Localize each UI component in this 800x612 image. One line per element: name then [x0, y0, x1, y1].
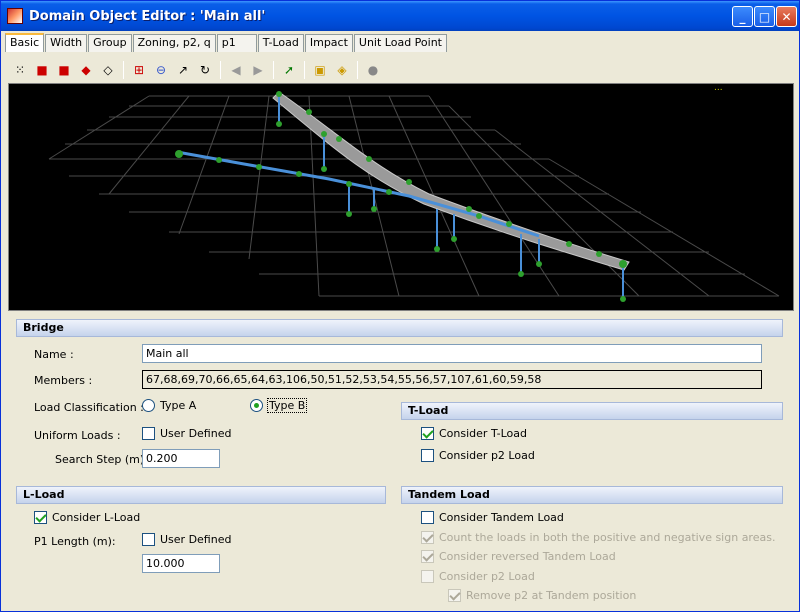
- zoom-out-icon[interactable]: ⊖: [152, 61, 170, 79]
- tandem-load-section-header: Tandem Load: [401, 486, 783, 504]
- p1-user-defined-checkbox[interactable]: User Defined: [142, 533, 231, 546]
- checkbox-box: [142, 427, 155, 440]
- toolbar-separator: [220, 61, 221, 79]
- minimize-button[interactable]: _: [732, 6, 753, 27]
- consider-p2-load-checkbox[interactable]: Consider p2 Load: [421, 449, 535, 462]
- radio-dot: [250, 399, 263, 412]
- checkbox-box: [142, 533, 155, 546]
- members-label: Members :: [34, 374, 93, 387]
- uniform-user-defined-label: User Defined: [160, 427, 232, 440]
- load-classification-label: Load Classification :: [34, 401, 144, 414]
- search-step-input[interactable]: 0.200: [142, 449, 220, 468]
- back-icon[interactable]: ◀: [227, 61, 245, 79]
- remove-p2-checkbox[interactable]: Remove p2 at Tandem position: [448, 589, 636, 602]
- search-step-label: Search Step (m):: [55, 453, 148, 466]
- consider-l-load-checkbox[interactable]: Consider L-Load: [34, 511, 140, 524]
- consider-t-load-label: Consider T-Load: [439, 427, 528, 440]
- consider-reversed-tandem-checkbox[interactable]: Consider reversed Tandem Load: [421, 550, 616, 563]
- tab-zoning[interactable]: Zoning, p2, q: [132, 34, 216, 52]
- toolbar-separator: [304, 61, 305, 79]
- view-indicator: ...: [714, 84, 723, 93]
- t-load-section-header: T-Load: [401, 402, 783, 420]
- checkbox-box: [421, 550, 434, 563]
- consider-tandem-load-label: Consider Tandem Load: [439, 511, 564, 524]
- rotate-icon[interactable]: ↻: [196, 61, 214, 79]
- l-load-section-header: L-Load: [16, 486, 386, 504]
- uniform-loads-label: Uniform Loads :: [34, 429, 121, 442]
- pan-arrow-icon[interactable]: ↗: [174, 61, 192, 79]
- piers: [278, 94, 624, 299]
- p1-user-defined-label: User Defined: [160, 533, 232, 546]
- consider-tandem-load-checkbox[interactable]: Consider Tandem Load: [421, 511, 564, 524]
- tab-bar: Basic Width Group Zoning, p2, q p1 T-Loa…: [5, 33, 448, 52]
- zoom-window-icon[interactable]: ⊞: [130, 61, 148, 79]
- tab-t-load[interactable]: T-Load: [257, 34, 304, 52]
- tandem-consider-p2-checkbox[interactable]: Consider p2 Load: [421, 570, 535, 583]
- cube-front-icon[interactable]: ■: [33, 61, 51, 79]
- tab-impact[interactable]: Impact: [304, 34, 353, 52]
- consider-l-load-label: Consider L-Load: [52, 511, 141, 524]
- cube-side-icon[interactable]: ■: [55, 61, 73, 79]
- checkbox-box: [421, 511, 434, 524]
- tab-unit-load-point[interactable]: Unit Load Point: [353, 34, 447, 52]
- tandem-consider-p2-label: Consider p2 Load: [439, 570, 535, 583]
- checkbox-box: [421, 531, 434, 544]
- radio-dot: [142, 399, 155, 412]
- remove-p2-label: Remove p2 at Tandem position: [466, 589, 637, 602]
- toolbar-separator: [357, 61, 358, 79]
- maximize-button[interactable]: □: [754, 6, 775, 27]
- forward-icon[interactable]: ▶: [249, 61, 267, 79]
- type-b-label: Type B: [266, 398, 308, 413]
- select-box-icon[interactable]: ▣: [311, 61, 329, 79]
- domain-object-editor-window: Domain Object Editor : 'Main all' _ □ ✕ …: [0, 0, 800, 612]
- close-button[interactable]: ✕: [776, 6, 797, 27]
- bridge-model-view: ...: [48, 83, 780, 302]
- toolbar: ⁙ ■ ■ ◆ ◇ ⊞ ⊖ ↗ ↻ ◀ ▶ ➚ ▣ ◈ ●: [5, 58, 795, 82]
- tab-group[interactable]: Group: [88, 34, 132, 52]
- checkbox-box: [34, 511, 47, 524]
- select-lasso-icon[interactable]: ◈: [333, 61, 351, 79]
- checkbox-box: [421, 570, 434, 583]
- title-bar[interactable]: Domain Object Editor : 'Main all' _ □ ✕: [1, 1, 799, 31]
- uniform-user-defined-checkbox[interactable]: User Defined: [142, 427, 231, 440]
- tab-width[interactable]: Width: [45, 34, 88, 52]
- app-icon: [7, 8, 23, 24]
- tab-basic[interactable]: Basic: [5, 33, 45, 52]
- members-field: 67,68,69,70,66,65,64,63,106,50,51,52,53,…: [142, 370, 762, 389]
- consider-p2-load-label: Consider p2 Load: [439, 449, 535, 462]
- checkbox-box: [421, 449, 434, 462]
- checkbox-box: [421, 427, 434, 440]
- tab-p1[interactable]: p1: [216, 34, 257, 52]
- consider-reversed-tandem-label: Consider reversed Tandem Load: [439, 550, 616, 563]
- window-title: Domain Object Editor : 'Main all': [29, 8, 266, 24]
- wireframe-icon[interactable]: ◇: [99, 61, 117, 79]
- consider-t-load-checkbox[interactable]: Consider T-Load: [421, 427, 527, 440]
- name-label: Name :: [34, 348, 74, 361]
- select-all-icon[interactable]: ⁙: [11, 61, 29, 79]
- bridge-section-header: Bridge: [16, 319, 783, 337]
- count-both-areas-label: Count the loads in both the positive and…: [439, 531, 776, 544]
- main-deck: [272, 91, 630, 271]
- checkbox-box: [448, 589, 461, 602]
- pointer-icon[interactable]: ➚: [280, 61, 298, 79]
- toolbar-separator: [273, 61, 274, 79]
- type-b-radio[interactable]: Type B: [250, 398, 308, 413]
- name-input[interactable]: Main all: [142, 344, 762, 363]
- type-a-radio[interactable]: Type A: [142, 399, 196, 412]
- p1-length-label: P1 Length (m):: [34, 535, 116, 548]
- inspect-icon[interactable]: ●: [364, 61, 382, 79]
- toolbar-separator: [123, 61, 124, 79]
- cube-iso-icon[interactable]: ◆: [77, 61, 95, 79]
- count-both-areas-checkbox[interactable]: Count the loads in both the positive and…: [421, 531, 775, 544]
- 3d-viewport[interactable]: ...: [8, 83, 794, 311]
- p1-length-input[interactable]: 10.000: [142, 554, 220, 573]
- type-a-label: Type A: [160, 399, 197, 412]
